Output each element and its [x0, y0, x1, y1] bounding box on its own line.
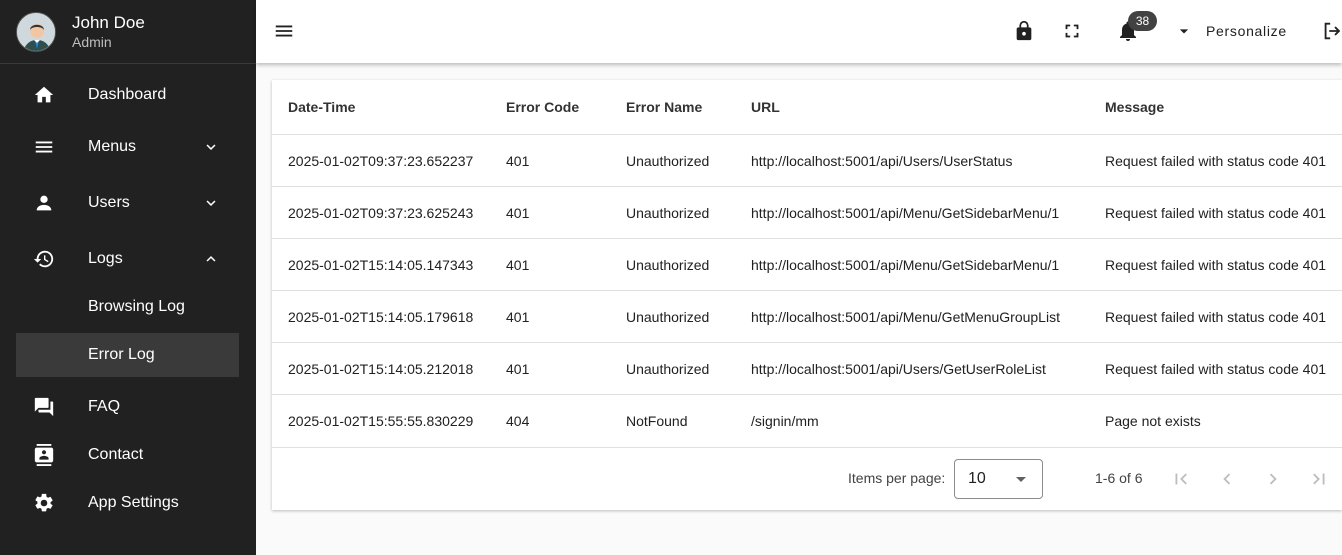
- table-row[interactable]: 2025-01-02T15:55:55.830229 404 NotFound …: [272, 395, 1342, 448]
- sidebar-item-label: Browsing Log: [88, 298, 185, 315]
- logout-icon[interactable]: [1320, 19, 1342, 43]
- cell-error-code: 401: [506, 152, 530, 169]
- cell-message: Request failed with status code 401: [1105, 360, 1327, 377]
- cell-error-name: Unauthorized: [626, 152, 710, 169]
- cell-error-code: 401: [506, 308, 530, 325]
- cell-message: Request failed with status code 401: [1105, 308, 1327, 325]
- cell-url: http://localhost:5001/api/Menu/GetSideba…: [751, 204, 1060, 221]
- sidebar-item-browsing-log[interactable]: Browsing Log: [16, 285, 239, 329]
- next-page-icon[interactable]: [1261, 467, 1285, 491]
- error-log-table-card: Date-Time Error Code Error Name URL Mess…: [272, 80, 1342, 510]
- last-page-icon[interactable]: [1307, 467, 1331, 491]
- cell-date-time: 2025-01-02T15:14:05.147343: [288, 256, 474, 273]
- cell-date-time: 2025-01-02T15:55:55.830229: [288, 413, 474, 429]
- previous-page-icon[interactable]: [1215, 467, 1239, 491]
- cell-error-code: 404: [506, 413, 530, 429]
- cell-date-time: 2025-01-02T09:37:23.625243: [288, 204, 474, 221]
- menu-toggle-icon[interactable]: [272, 19, 296, 43]
- sidebar-item-users[interactable]: Users: [16, 181, 239, 225]
- cell-url: http://localhost:5001/api/Users/UserStat…: [751, 152, 1013, 169]
- cell-date-time: 2025-01-02T15:14:05.179618: [288, 308, 474, 325]
- history-icon: [32, 247, 56, 271]
- cell-message: Request failed with status code 401: [1105, 204, 1327, 221]
- cell-date-time: 2025-01-02T09:37:23.652237: [288, 152, 474, 169]
- fullscreen-icon[interactable]: [1060, 19, 1084, 43]
- cell-error-code: 401: [506, 256, 530, 273]
- user-profile: John Doe Admin: [0, 0, 256, 64]
- page-range-label: 1-6 of 6: [1095, 470, 1143, 486]
- lock-icon[interactable]: [1012, 19, 1036, 43]
- sidebar-item-dashboard[interactable]: Dashboard: [16, 73, 239, 117]
- cell-error-name: Unauthorized: [626, 256, 710, 273]
- sidebar-item-error-log[interactable]: Error Log: [16, 333, 239, 377]
- sidebar-item-menus[interactable]: Menus: [16, 125, 239, 169]
- sidebar-item-logs[interactable]: Logs: [16, 237, 239, 281]
- avatar[interactable]: [16, 11, 56, 52]
- chevron-down-icon[interactable]: [201, 137, 221, 157]
- contact-icon: [32, 443, 56, 467]
- column-header-error-name[interactable]: Error Name: [626, 99, 702, 115]
- cell-url: http://localhost:5001/api/Menu/GetMenuGr…: [751, 308, 1060, 325]
- column-header-message[interactable]: Message: [1105, 99, 1164, 115]
- chevron-down-icon[interactable]: [201, 193, 221, 213]
- sidebar-item-faq[interactable]: FAQ: [16, 385, 239, 429]
- table-header-row: Date-Time Error Code Error Name URL Mess…: [272, 80, 1342, 135]
- sidebar-item-label: App Settings: [88, 494, 179, 511]
- sidebar-item-label: FAQ: [88, 398, 121, 415]
- cell-message: Page not exists: [1105, 413, 1201, 429]
- sidebar-item-label: Users: [88, 194, 130, 211]
- user-role: Admin: [72, 33, 112, 50]
- caret-down-icon[interactable]: [1172, 19, 1196, 43]
- menu-lines-icon: [32, 135, 56, 159]
- sidebar-item-label: Menus: [88, 138, 137, 155]
- top-toolbar: 38 Personalize: [256, 0, 1342, 63]
- sidebar-item-label: Contact: [88, 446, 144, 463]
- chevron-up-icon[interactable]: [201, 249, 221, 269]
- cell-message: Request failed with status code 401: [1105, 256, 1327, 273]
- dropdown-arrow-icon: [1016, 477, 1026, 482]
- table-row[interactable]: 2025-01-02T09:37:23.625243 401 Unauthori…: [272, 187, 1342, 239]
- cell-date-time: 2025-01-02T15:14:05.212018: [288, 360, 474, 377]
- cell-error-name: Unauthorized: [626, 204, 710, 221]
- first-page-icon[interactable]: [1169, 467, 1193, 491]
- items-per-page-label: Items per page:: [848, 470, 946, 486]
- personalize-button[interactable]: Personalize: [1206, 23, 1287, 39]
- items-per-page-value: 10: [968, 470, 986, 487]
- column-header-error-code[interactable]: Error Code: [506, 99, 579, 115]
- notification-badge: 38: [1128, 11, 1157, 31]
- table-row[interactable]: 2025-01-02T09:37:23.652237 401 Unauthori…: [272, 135, 1342, 187]
- user-name: John Doe: [72, 12, 145, 32]
- person-icon: [32, 191, 56, 215]
- column-header-url[interactable]: URL: [751, 99, 780, 115]
- sidebar-item-label: Logs: [88, 250, 123, 267]
- forum-icon: [32, 395, 56, 419]
- sidebar: John Doe Admin Dashboard Menus Users Log…: [0, 0, 256, 555]
- cell-error-name: Unauthorized: [626, 308, 710, 325]
- sidebar-item-app-settings[interactable]: App Settings: [16, 481, 239, 525]
- table-row[interactable]: 2025-01-02T15:14:05.147343 401 Unauthori…: [272, 239, 1342, 291]
- sidebar-item-label: Error Log: [88, 346, 155, 363]
- cell-url: http://localhost:5001/api/Menu/GetSideba…: [751, 256, 1060, 273]
- cell-url: http://localhost:5001/api/Users/GetUserR…: [751, 360, 1046, 377]
- cell-error-code: 401: [506, 204, 530, 221]
- column-header-date-time[interactable]: Date-Time: [288, 99, 355, 115]
- cell-error-name: NotFound: [626, 413, 688, 429]
- sidebar-item-label: Dashboard: [88, 86, 167, 103]
- cell-error-code: 401: [506, 360, 530, 377]
- cell-url: /signin/mm: [751, 413, 819, 429]
- table-row[interactable]: 2025-01-02T15:14:05.212018 401 Unauthori…: [272, 343, 1342, 395]
- sidebar-item-contact[interactable]: Contact: [16, 433, 239, 477]
- table-row[interactable]: 2025-01-02T15:14:05.179618 401 Unauthori…: [272, 291, 1342, 343]
- gear-icon: [32, 491, 56, 515]
- cell-message: Request failed with status code 401: [1105, 152, 1327, 169]
- paginator: Items per page: 10 1-6 of 6: [272, 448, 1342, 510]
- cell-error-name: Unauthorized: [626, 360, 710, 377]
- home-icon: [32, 83, 56, 107]
- items-per-page-select[interactable]: 10: [954, 459, 1043, 499]
